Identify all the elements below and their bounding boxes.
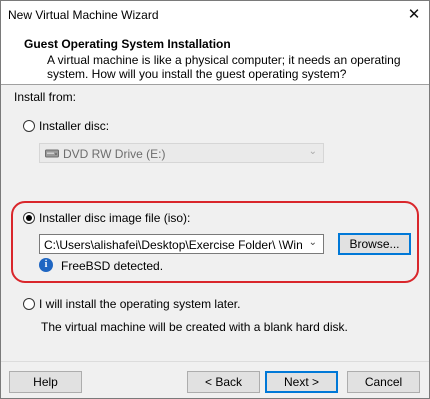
install-later-radio[interactable] [23,298,35,310]
title-bar: New Virtual Machine Wizard ✕ [1,1,429,29]
install-later-label[interactable]: I will install the operating system late… [39,297,240,311]
installer-disc-label[interactable]: Installer disc: [39,119,109,133]
disc-drive-value: DVD RW Drive (E:) [63,147,166,161]
disc-drive-select[interactable]: DVD RW Drive (E:) ⌄ [39,143,324,163]
installer-disc-radio[interactable] [23,120,35,132]
chevron-down-icon: ⌄ [308,146,317,157]
page-description: A virtual machine is like a physical com… [47,53,401,81]
window-title: New Virtual Machine Wizard [8,8,159,22]
page-title: Guest Operating System Installation [24,37,231,51]
disc-drive-icon [45,149,59,158]
wizard-window: New Virtual Machine Wizard ✕ Guest Opera… [0,0,430,399]
install-from-label: Install from: [14,90,77,104]
wizard-header: Guest Operating System Installation A vi… [1,29,429,85]
back-button[interactable]: < Back [187,371,260,393]
next-button[interactable]: Next > [265,371,338,393]
install-later-note: The virtual machine will be created with… [41,320,348,334]
cancel-button[interactable]: Cancel [347,371,420,393]
highlight-outline [11,201,419,283]
close-icon[interactable]: ✕ [399,1,429,29]
help-button[interactable]: Help [9,371,82,393]
